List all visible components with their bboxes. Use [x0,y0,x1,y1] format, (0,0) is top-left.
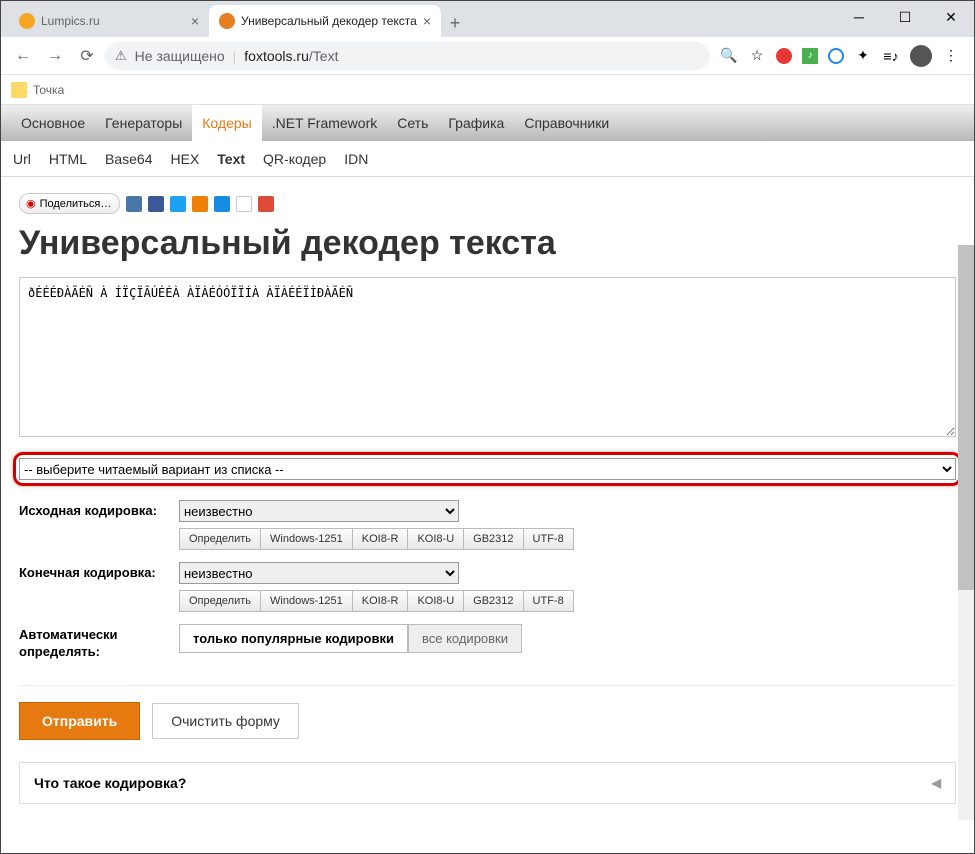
folder-icon [11,82,27,98]
enc-button[interactable]: GB2312 [463,590,523,612]
star-icon[interactable]: ☆ [748,47,766,65]
toggle-all[interactable]: все кодировки [408,624,522,653]
subnav-item[interactable]: IDN [344,151,368,167]
vk-icon[interactable] [126,196,142,212]
music-icon[interactable]: ♪ [802,48,818,64]
back-button[interactable]: ← [9,42,37,70]
secure-label: Не защищено [135,48,225,64]
circle-red-icon[interactable] [776,48,792,64]
window-controls: ─ ☐ ✕ [836,1,974,33]
enc-button[interactable]: KOI8-R [352,590,409,612]
extension-area: 🔍 ☆ ♪ ✦ ≡♪ ⋮ [714,45,966,67]
subnav-item-active[interactable]: Text [217,151,245,167]
target-encoding-buttons: Определить Windows-1251 KOI8-R KOI8-U GB… [179,590,956,612]
nav-item[interactable]: .NET Framework [262,105,388,141]
extensions-icon[interactable]: ✦ [854,47,872,65]
bookmark-item[interactable]: Точка [33,83,64,97]
clear-button[interactable]: Очистить форму [152,703,299,739]
subnav-item[interactable]: Url [13,151,31,167]
nav-item-active[interactable]: Кодеры [192,105,261,141]
facebook-icon[interactable] [148,196,164,212]
enc-button-detect[interactable]: Определить [179,528,261,550]
forward-button[interactable]: → [41,42,69,70]
chevron-left-icon: ◀ [932,776,941,790]
close-icon[interactable]: × [191,13,199,29]
search-icon[interactable]: 🔍 [720,47,738,65]
enc-button[interactable]: KOI8-U [407,590,464,612]
enc-button[interactable]: UTF-8 [523,528,574,550]
enc-button[interactable]: KOI8-R [352,528,409,550]
browser-toolbar: ← → ⟳ ⚠ Не защищено | foxtools.ru/Text 🔍… [1,37,974,75]
twitter-icon[interactable] [170,196,186,212]
maximize-button[interactable]: ☐ [882,1,928,33]
auto-detect-toggle: только популярные кодировки все кодировк… [179,624,956,653]
minimize-button[interactable]: ─ [836,1,882,33]
browser-tab-active[interactable]: Универсальный декодер текста × [209,5,441,37]
favicon-icon [219,13,235,29]
nav-item[interactable]: Сеть [387,105,438,141]
menu-icon[interactable]: ⋮ [942,47,960,65]
nav-item[interactable]: Генераторы [95,105,192,141]
enc-button[interactable]: UTF-8 [523,590,574,612]
nav-item[interactable]: Основное [11,105,95,141]
browser-tab[interactable]: Lumpics.ru × [9,5,209,37]
input-textarea[interactable] [19,277,956,437]
form-actions: Отправить Очистить форму [19,685,956,740]
enc-button[interactable]: Windows-1251 [260,590,353,612]
reload-button[interactable]: ⟳ [73,42,101,70]
subnav-item[interactable]: HEX [171,151,200,167]
auto-detect-label: Автоматически определять: [19,624,179,661]
tab-title: Универсальный декодер текста [241,14,417,28]
mail-icon[interactable] [214,196,230,212]
source-encoding-select[interactable]: неизвестно [179,500,459,522]
tab-title: Lumpics.ru [41,14,100,28]
target-encoding-select[interactable]: неизвестно [179,562,459,584]
globe-icon[interactable] [828,48,844,64]
nav-item[interactable]: Справочники [514,105,619,141]
subnav-item[interactable]: Base64 [105,151,152,167]
share-bar: ◉Поделиться… [19,193,956,214]
accordion-what-is-encoding[interactable]: Что такое кодировка? ◀ [19,762,956,804]
address-host: foxtools.ru [244,48,309,64]
accordion-title: Что такое кодировка? [34,775,186,791]
subnav-item[interactable]: QR-кодер [263,151,326,167]
lj-icon[interactable] [236,196,252,212]
insecure-icon: ⚠ [115,48,127,64]
page-content: Основное Генераторы Кодеры .NET Framewor… [1,105,974,820]
ok-icon[interactable] [192,196,208,212]
toggle-popular[interactable]: только популярные кодировки [179,624,408,653]
playlist-icon[interactable]: ≡♪ [882,47,900,65]
page-title: Универсальный декодер текста [19,224,956,263]
highlighted-variant-select: -- выберите читаемый вариант из списка -… [13,452,962,486]
variant-select[interactable]: -- выберите читаемый вариант из списка -… [19,458,956,480]
source-encoding-label: Исходная кодировка: [19,500,179,522]
address-bar[interactable]: ⚠ Не защищено | foxtools.ru/Text [105,42,710,70]
submit-button[interactable]: Отправить [19,702,140,740]
target-encoding-label: Конечная кодировка: [19,562,179,584]
google-plus-icon[interactable] [258,196,274,212]
new-tab-button[interactable]: + [441,9,469,37]
nav-item[interactable]: Графика [438,105,514,141]
share-button[interactable]: ◉Поделиться… [19,193,120,214]
browser-titlebar: Lumpics.ru × Универсальный декодер текст… [1,1,974,37]
sub-nav: Url HTML Base64 HEX Text QR-кодер IDN [1,141,974,177]
close-icon[interactable]: × [423,13,431,29]
enc-button[interactable]: KOI8-U [407,528,464,550]
bookmarks-bar: Точка [1,75,974,105]
enc-button[interactable]: Windows-1251 [260,528,353,550]
profile-avatar[interactable] [910,45,932,67]
favicon-icon [19,13,35,29]
scroll-thumb[interactable] [958,245,974,590]
subnav-item[interactable]: HTML [49,151,87,167]
address-path: /Text [309,48,339,64]
main-nav: Основное Генераторы Кодеры .NET Framewor… [1,105,974,141]
source-encoding-buttons: Определить Windows-1251 KOI8-R KOI8-U GB… [179,528,956,550]
enc-button[interactable]: GB2312 [463,528,523,550]
close-button[interactable]: ✕ [928,1,974,33]
enc-button-detect[interactable]: Определить [179,590,261,612]
vertical-scrollbar[interactable] [958,245,974,820]
